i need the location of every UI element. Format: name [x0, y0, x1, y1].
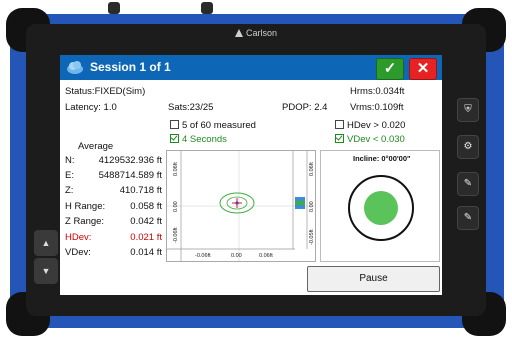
hdev-option[interactable]: HDev > 0.020	[335, 120, 405, 131]
z-tick-bottom: -0.05ft	[309, 229, 315, 245]
hdev-checkbox[interactable]	[335, 120, 344, 129]
y-tick-top: 0.06ft	[173, 162, 179, 176]
vdev-checkbox[interactable]	[335, 134, 344, 143]
status-text: Status:FIXED(Sim)	[65, 86, 146, 97]
gear-key[interactable]: ⚙	[457, 135, 479, 159]
incline-label: Incline:	[353, 154, 380, 163]
vdev-option[interactable]: VDev < 0.030	[335, 134, 405, 145]
cloud-app-icon	[67, 61, 83, 74]
antenna-knob-left	[108, 2, 120, 14]
hdev-label: HDev:	[65, 232, 92, 243]
close-button[interactable]: ✕	[409, 58, 437, 80]
brand-label: Carlson	[26, 28, 486, 38]
north-label: N:	[65, 155, 75, 166]
pdop-text: PDOP: 2.4	[282, 102, 328, 113]
vdev-value: 0.014 ft	[130, 247, 162, 258]
edit-key-2[interactable]: ✎	[457, 206, 479, 230]
h-range-label: H Range:	[65, 201, 106, 212]
y-tick-center: 0.00	[173, 201, 179, 212]
z-tick-center: 0.00	[309, 201, 315, 212]
incline-readout: Incline: 0°00'00"	[353, 154, 411, 163]
h-range-value: 0.058 ft	[130, 201, 162, 212]
seconds-label: 4 Seconds	[182, 134, 227, 145]
up-key[interactable]: ▲	[34, 230, 58, 256]
latency-text: Latency: 1.0	[65, 102, 117, 113]
x-tick-left: -0.06ft	[195, 253, 211, 259]
carlson-logo-icon	[234, 29, 243, 37]
seconds-checkbox[interactable]	[170, 134, 179, 143]
z-range-value: 0.042 ft	[130, 216, 162, 227]
position-scatter-plot: -0.06ft 0.00 0.06ft 0.06ft 0.00 -0.06ft …	[166, 150, 316, 262]
hdev-value: 0.021 ft	[130, 232, 162, 243]
elevation-value: 410.718 ft	[119, 185, 162, 196]
average-heading: Average	[78, 141, 114, 152]
app-screen: Session 1 of 1 ✓ ✕ Status:FIXED(Sim) Hrm…	[60, 55, 442, 295]
vdev-label: VDev:	[65, 247, 91, 258]
seconds-option[interactable]: 4 Seconds	[170, 134, 227, 145]
incline-panel: Incline: 0°00'00"	[320, 150, 440, 262]
measured-checkbox[interactable]	[170, 120, 179, 129]
z-range-label: Z Range:	[65, 216, 105, 227]
measured-label: 5 of 60 measured	[182, 120, 256, 131]
pause-button[interactable]: Pause	[307, 266, 440, 292]
east-label: E:	[65, 170, 74, 181]
hdev-check-label: HDev > 0.020	[347, 120, 406, 131]
brand-name: Carlson	[245, 28, 277, 38]
north-value: 4129532.936 ft	[98, 155, 162, 166]
elevation-label: Z:	[65, 185, 74, 196]
incline-value: 0°00'00"	[381, 154, 411, 163]
bubble-level-icon	[348, 175, 414, 241]
x-tick-center: 0.00	[231, 253, 242, 259]
measured-option[interactable]: 5 of 60 measured	[170, 120, 256, 131]
x-tick-right: 0.06ft	[259, 253, 273, 259]
shield-key[interactable]: ⛨	[457, 98, 479, 122]
title-bar: Session 1 of 1 ✓ ✕	[60, 55, 442, 80]
y-tick-bottom: -0.06ft	[173, 227, 179, 243]
vrms-text: Vrms:0.109ft	[350, 102, 404, 113]
z-tick-top: 0.06ft	[309, 162, 315, 176]
edit-key-1[interactable]: ✎	[457, 172, 479, 196]
east-value: 5488714.589 ft	[98, 170, 162, 181]
session-title: Session 1 of 1	[90, 60, 171, 74]
hrms-text: Hrms:0.034ft	[350, 86, 405, 97]
sats-text: Sats:23/25	[168, 102, 214, 113]
down-key[interactable]: ▼	[34, 258, 58, 284]
vdev-check-label: VDev < 0.030	[347, 134, 405, 145]
antenna-knob-right	[201, 2, 213, 14]
accept-button[interactable]: ✓	[376, 58, 404, 80]
